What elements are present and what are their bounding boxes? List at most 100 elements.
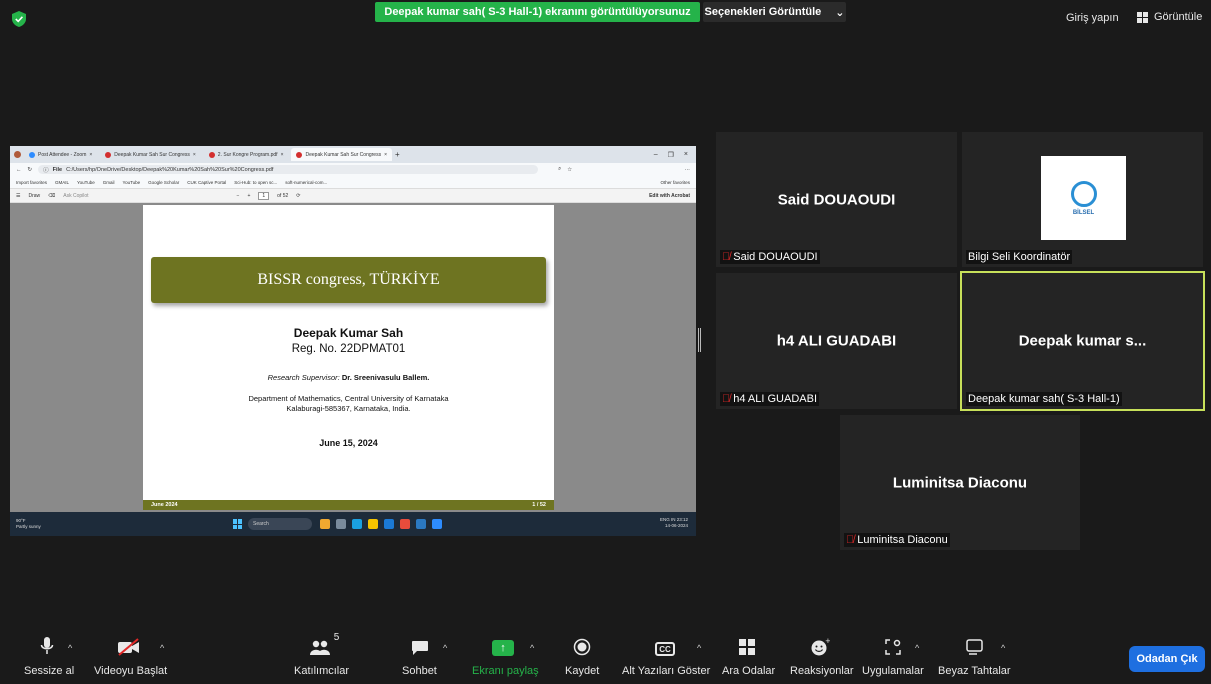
reactions-button[interactable]: + Reaksiyonlar	[790, 630, 854, 684]
video-tile[interactable]: Said DOUAOUDI 🎙̸ Said DOUAOUDI	[716, 132, 957, 267]
breakout-rooms-button[interactable]: Ara Odalar	[722, 630, 775, 684]
browser-tab[interactable]: 2. Sur Kongre Program.pdf ×	[204, 148, 289, 161]
apps-button[interactable]: Uygulamalar	[862, 630, 924, 684]
favorite-item[interactable]: Gmail	[103, 180, 115, 185]
video-tile[interactable]: h4 ALI GUADABI 🎙̸ h4 ALI GUADABI	[716, 273, 957, 409]
zoom-out-icon[interactable]: −	[237, 193, 240, 199]
other-favorites[interactable]: Other favorites	[660, 180, 690, 185]
video-tile[interactable]: Luminitsa Diaconu 🎙̸ Luminitsa Diaconu	[840, 415, 1080, 550]
close-icon[interactable]: ×	[684, 151, 688, 159]
share-screen-button[interactable]: ↑ Ekranı paylaş	[472, 630, 539, 684]
slide-title: BISSR congress, TÜRKİYE	[151, 257, 546, 303]
grid-layout-icon	[1137, 11, 1149, 23]
contents-icon[interactable]: ☰	[16, 193, 20, 199]
video-options-caret[interactable]: ^	[160, 643, 164, 653]
draw-tool[interactable]: Draw	[28, 193, 40, 199]
windows-start-icon[interactable]	[233, 519, 243, 529]
closed-captions-icon: CC	[655, 642, 675, 656]
whiteboard-options-caret[interactable]: ^	[1001, 643, 1005, 653]
app-icon[interactable]	[368, 519, 378, 529]
supervisor-line: Research Supervisor: Dr. Sreenivasulu Ba…	[143, 373, 554, 382]
whiteboards-label: Beyaz Tahtalar	[938, 665, 1011, 677]
app-icon[interactable]	[400, 519, 410, 529]
favorite-item[interactable]: Sci-Hub: to open sc...	[234, 180, 277, 185]
zoom-icon[interactable]: ⌕	[558, 166, 561, 173]
share-options-caret[interactable]: ^	[530, 643, 534, 653]
mute-button[interactable]: Sessize al	[22, 630, 74, 684]
favorite-star-icon[interactable]: ☆	[567, 167, 572, 173]
new-tab-icon[interactable]: +	[395, 150, 400, 159]
favorite-item[interactable]: YouTube	[77, 180, 95, 185]
system-tray[interactable]: ENG IN 23:12 14-06-2024	[660, 517, 688, 529]
browser-tab[interactable]: Deepak Kumar Sah Sur Congress ×	[100, 148, 201, 161]
active-speaker-tile[interactable]: Deepak kumar s... Deepak kumar sah( S-3 …	[960, 271, 1205, 411]
audio-options-caret[interactable]: ^	[68, 643, 72, 653]
pdf-viewer[interactable]: BISSR congress, TÜRKİYE Deepak Kumar Sah…	[10, 203, 696, 512]
browser-tab[interactable]: Post Attendee - Zoom ×	[24, 148, 97, 161]
info-icon: ⓘ	[43, 167, 49, 174]
participant-display-name: Luminitsa Diaconu	[892, 474, 1028, 491]
apps-label: Uygulamalar	[862, 665, 924, 677]
share-label: Ekranı paylaş	[472, 665, 539, 677]
back-icon[interactable]: ←	[16, 167, 22, 173]
encryption-shield-icon[interactable]	[12, 11, 26, 27]
participants-button[interactable]: 5 Katılımcılar	[294, 630, 354, 684]
app-icon[interactable]	[432, 519, 442, 529]
favorite-item[interactable]: Import favorites	[16, 180, 47, 185]
tab-favicon-icon	[29, 151, 35, 158]
app-icon[interactable]	[416, 519, 426, 529]
resize-handle[interactable]	[698, 328, 701, 352]
minimize-icon[interactable]: –	[654, 151, 658, 159]
view-layout-button[interactable]: Görüntüle	[1137, 11, 1202, 23]
chat-label: Sohbet	[402, 665, 437, 677]
favorite-item[interactable]: soft-numerical-com...	[285, 180, 327, 185]
erase-icon[interactable]: ⌫	[48, 193, 55, 199]
shared-screen[interactable]: Post Attendee - Zoom × Deepak Kumar Sah …	[10, 146, 696, 536]
leave-meeting-button[interactable]: Odadan Çık	[1129, 646, 1205, 672]
app-icon[interactable]	[352, 519, 362, 529]
taskbar-apps	[320, 519, 442, 529]
reload-icon[interactable]: ↻	[28, 167, 33, 173]
edit-with-acrobat-button[interactable]: Edit with Acrobat	[649, 193, 690, 199]
chat-options-caret[interactable]: ^	[443, 643, 447, 653]
taskbar-search[interactable]: Search	[248, 518, 312, 530]
app-icon[interactable]	[320, 519, 330, 529]
record-button[interactable]: Kaydet	[562, 630, 602, 684]
video-off-icon	[117, 630, 141, 656]
sign-in-link[interactable]: Giriş yapın	[1066, 12, 1119, 24]
reactions-icon: +	[810, 630, 830, 656]
view-options-label: Seçenekleri Görüntüle	[704, 6, 822, 18]
mic-muted-icon: 🎙̸	[722, 251, 731, 263]
whiteboards-button[interactable]: Beyaz Tahtalar	[938, 630, 1012, 684]
favorite-item[interactable]: Google Scholar	[148, 180, 179, 185]
chat-button[interactable]: Sohbet	[400, 630, 440, 684]
captions-button[interactable]: CC Alt Yazıları Göster	[622, 630, 711, 684]
favorite-item[interactable]: GMAIL	[55, 180, 69, 185]
apps-icon	[884, 630, 902, 656]
ask-copilot[interactable]: Ask Copilot	[63, 193, 88, 199]
captions-label: Alt Yazıları Göster	[622, 665, 711, 677]
url-field[interactable]: ⓘ File C:/Users/hp/OneDrive/Desktop/Deep…	[38, 165, 539, 174]
tab-label: Deepak Kumar Sah Sur Congress	[305, 151, 382, 158]
app-icon[interactable]	[336, 519, 346, 529]
browser-tab-active[interactable]: Deepak Kumar Sah Sur Congress ×	[291, 148, 392, 161]
favorite-item[interactable]: CUK Captive Portal	[187, 180, 226, 185]
browser-profile-icon[interactable]	[14, 151, 21, 158]
apps-options-caret[interactable]: ^	[915, 643, 919, 653]
favorite-item[interactable]: YouTube	[122, 180, 140, 185]
app-icon[interactable]	[384, 519, 394, 529]
page-number-input[interactable]: 1	[258, 191, 270, 200]
zoom-in-icon[interactable]: +	[247, 193, 250, 199]
rotate-icon[interactable]: ⟳	[296, 193, 300, 199]
participant-display-name: Said DOUAOUDI	[777, 191, 896, 208]
view-options-button[interactable]: Seçenekleri Görüntüle ⌄	[703, 2, 846, 22]
more-icon[interactable]: ···	[685, 167, 691, 173]
start-video-button[interactable]: Videoyu Başlat	[94, 630, 167, 684]
weather-widget[interactable]: 90°F Partly sunny	[10, 518, 70, 530]
captions-options-caret[interactable]: ^	[697, 643, 701, 653]
restore-icon[interactable]: ❐	[668, 151, 674, 159]
participant-name: h4 ALI GUADABI	[733, 393, 818, 405]
view-layout-label: Görüntüle	[1154, 11, 1203, 23]
video-tile[interactable]: BİLSEL Bilgi Seli Koordinatör	[962, 132, 1203, 267]
svg-text:+: +	[825, 638, 830, 645]
